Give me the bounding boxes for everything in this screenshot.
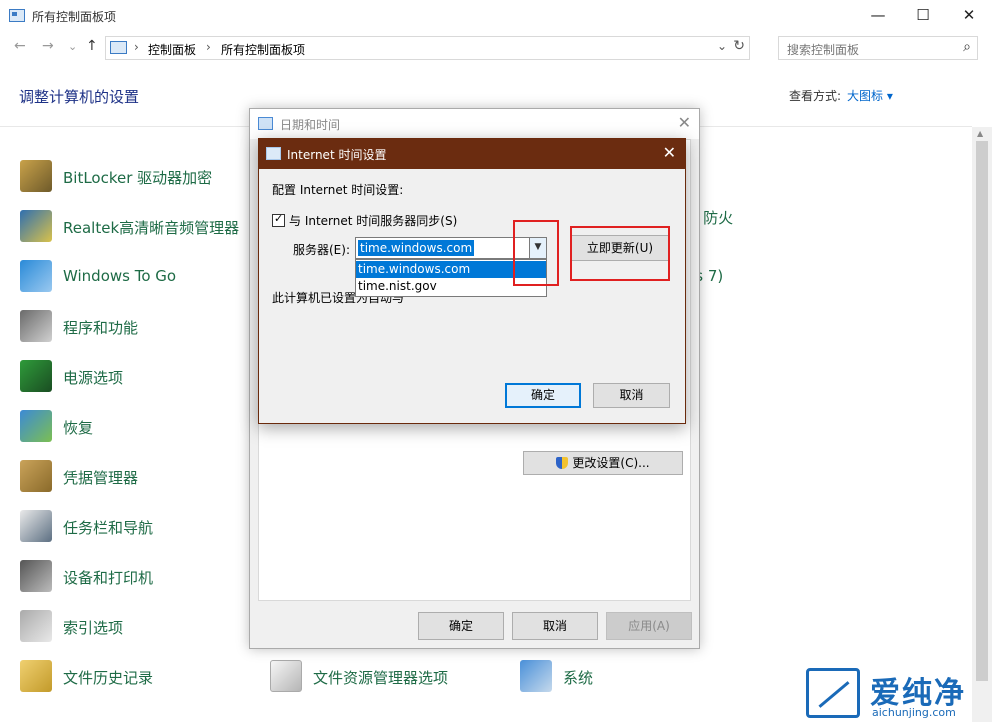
watermark-mark-icon <box>806 668 860 718</box>
item-recovery[interactable]: 恢复 <box>20 410 220 446</box>
window-title: 所有控制面板项 <box>32 10 117 24</box>
view-mode-dropdown[interactable]: 大图标 ▾ <box>847 89 893 103</box>
item-label: 文件资源管理器选项 <box>313 669 449 687</box>
item-credential-manager[interactable]: 凭据管理器 <box>20 460 220 496</box>
item-programs-features[interactable]: 程序和功能 <box>20 310 220 346</box>
windows-to-go-icon <box>20 260 52 292</box>
item-label: 恢复 <box>63 419 94 437</box>
datetime-title: 日期和时间 <box>280 118 341 132</box>
vertical-scrollbar[interactable]: ▲ <box>972 127 992 722</box>
item-power-options[interactable]: 电源选项 <box>20 360 220 396</box>
devices-printers-icon <box>20 560 52 592</box>
datetime-apply-button[interactable]: 应用(A) <box>606 612 692 640</box>
breadcrumb-separator-icon: › <box>134 40 139 54</box>
internet-time-close-icon[interactable]: ✕ <box>663 143 676 162</box>
datetime-cancel-button[interactable]: 取消 <box>512 612 598 640</box>
internet-time-body: 配置 Internet 时间设置: 与 Internet 时间服务器同步(S) … <box>259 169 685 425</box>
search-input[interactable]: 搜索控制面板 ⌕ <box>778 36 978 60</box>
item-label: 程序和功能 <box>63 319 139 337</box>
refresh-icon[interactable]: ↻ <box>733 38 745 54</box>
scroll-thumb[interactable] <box>976 141 988 681</box>
realtek-audio-icon <box>20 210 52 242</box>
change-settings-button[interactable]: 更改设置(C)... <box>523 451 683 475</box>
item-file-explorer-options[interactable]: 文件资源管理器选项 <box>270 660 490 696</box>
internet-time-title-bar: Internet 时间设置 ✕ <box>259 139 685 169</box>
item-label: 凭据管理器 <box>63 469 139 487</box>
watermark-logo: 爱纯净 aichunjing.com <box>806 668 992 722</box>
back-arrow-icon[interactable]: ← <box>14 38 26 54</box>
search-icon[interactable]: ⌕ <box>963 39 971 55</box>
programs-features-icon <box>20 310 52 342</box>
view-by-label: 查看方式: <box>789 89 842 103</box>
taskbar-icon <box>20 510 52 542</box>
clock-icon <box>258 117 273 130</box>
internet-time-dialog: Internet 时间设置 ✕ 配置 Internet 时间设置: 与 Inte… <box>258 138 686 424</box>
bitlocker-icon <box>20 160 52 192</box>
item-label: Realtek高清晰音频管理器 <box>63 219 240 237</box>
maximize-button[interactable]: ☐ <box>900 0 946 32</box>
scroll-up-icon[interactable]: ▲ <box>977 129 983 138</box>
page-title: 调整计算机的设置 <box>19 88 140 106</box>
uac-shield-icon <box>556 457 569 469</box>
search-placeholder: 搜索控制面板 <box>787 43 860 57</box>
file-explorer-options-icon <box>270 660 302 692</box>
address-field[interactable]: › 控制面板 › 所有控制面板项 ⌄ ↻ <box>105 36 750 60</box>
sync-label: 与 Internet 时间服务器同步(S) <box>289 214 458 228</box>
annotation-highlight-update <box>570 226 670 281</box>
recent-locations-icon[interactable]: ⌄ <box>68 40 77 53</box>
server-selected-value[interactable]: time.windows.com <box>358 240 475 256</box>
sync-checkbox[interactable]: 与 Internet 时间服务器同步(S) <box>272 212 457 229</box>
power-options-icon <box>20 360 52 392</box>
forward-arrow-icon[interactable]: → <box>42 38 54 54</box>
file-history-icon <box>20 660 52 692</box>
item-realtek-audio[interactable]: Realtek高清晰音频管理器 <box>20 210 260 246</box>
change-settings-label: 更改设置(C)... <box>572 456 650 470</box>
view-by: 查看方式: 大图标 ▾ <box>789 87 893 104</box>
item-indexing-options[interactable]: 索引选项 <box>20 610 220 646</box>
title-bar: 所有控制面板项 — ☐ ✕ <box>0 0 992 32</box>
item-label: 索引选项 <box>63 619 124 637</box>
item-file-history[interactable]: 文件历史记录 <box>20 660 220 696</box>
breadcrumb-all-items[interactable]: 所有控制面板项 <box>221 41 305 58</box>
system-icon <box>520 660 552 692</box>
recovery-icon <box>20 410 52 442</box>
datetime-ok-button[interactable]: 确定 <box>418 612 504 640</box>
item-label: 文件历史记录 <box>63 669 154 687</box>
item-label: Windows To Go <box>63 267 177 285</box>
watermark-url: aichunjing.com <box>872 706 956 719</box>
annotation-highlight-dropdown <box>513 220 559 286</box>
item-label: 任务栏和导航 <box>63 519 154 537</box>
datetime-close-icon[interactable]: ✕ <box>678 113 691 132</box>
address-dropdown-icon[interactable]: ⌄ <box>717 39 727 53</box>
control-panel-small-icon <box>110 41 127 54</box>
control-panel-icon <box>9 9 25 22</box>
minimize-button[interactable]: — <box>855 0 901 32</box>
internet-time-title: Internet 时间设置 <box>287 148 387 162</box>
internet-time-ok-button[interactable]: 确定 <box>505 383 581 408</box>
close-button[interactable]: ✕ <box>946 0 992 32</box>
address-bar: ← → ⌄ ↑ › 控制面板 › 所有控制面板项 ⌄ ↻ 搜索控制面板 ⌕ <box>0 32 992 62</box>
item-devices-printers[interactable]: 设备和打印机 <box>20 560 220 596</box>
datetime-title-bar: 日期和时间 ✕ <box>250 109 699 139</box>
item-label: 系统 <box>563 669 594 687</box>
server-label: 服务器(E): <box>293 243 350 257</box>
item-bitlocker[interactable]: BitLocker 驱动器加密 <box>20 160 250 196</box>
item-label: BitLocker 驱动器加密 <box>63 169 213 187</box>
configure-label: 配置 Internet 时间设置: <box>272 183 404 197</box>
internet-time-cancel-button[interactable]: 取消 <box>593 383 670 408</box>
indexing-options-icon <box>20 610 52 642</box>
item-windows-to-go[interactable]: Windows To Go <box>20 260 220 296</box>
item-label: 设备和打印机 <box>63 569 154 587</box>
breadcrumb-control-panel[interactable]: 控制面板 <box>148 41 196 58</box>
checkbox-checked-icon[interactable] <box>272 212 285 227</box>
internet-time-icon <box>266 147 281 160</box>
item-taskbar-navigation[interactable]: 任务栏和导航 <box>20 510 220 546</box>
item-system[interactable]: 系统 <box>520 660 660 696</box>
up-arrow-icon[interactable]: ↑ <box>86 38 98 54</box>
breadcrumb-separator-icon: › <box>206 40 211 54</box>
item-label: 电源选项 <box>63 369 124 387</box>
credential-manager-icon <box>20 460 52 492</box>
